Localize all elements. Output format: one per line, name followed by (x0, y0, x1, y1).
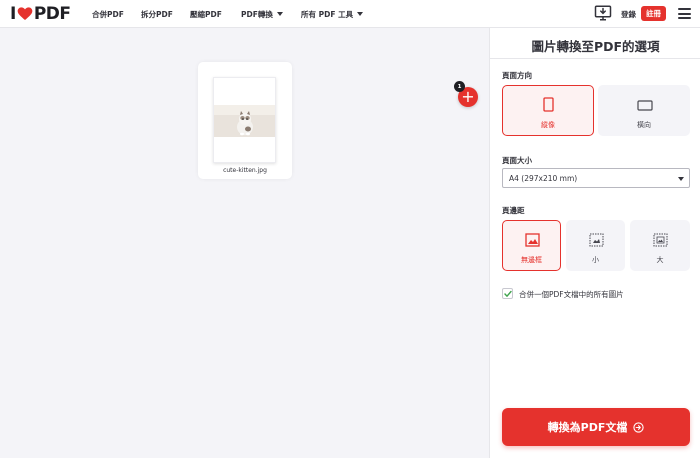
nav-all-tools-label: 所有 PDF 工具 (301, 9, 354, 19)
nav-merge-pdf[interactable]: 合併PDF (92, 0, 124, 28)
portrait-page-icon (543, 97, 554, 112)
landscape-page-icon (637, 100, 653, 111)
nav-compress-pdf[interactable]: 壓縮PDF (190, 0, 222, 28)
logo-letter-i: I (10, 4, 16, 24)
options-sidebar: 圖片轉換至PDF的選項 頁面方向 縱像 橫向 頁面大小 A4 (297x210 … (489, 28, 700, 458)
logo-letters-pdf: PDF (33, 4, 71, 24)
orientation-label: 頁面方向 (502, 71, 532, 80)
image-large-margin-icon (653, 233, 668, 247)
checkmark-icon (504, 290, 512, 297)
portrait-label: 縱像 (541, 121, 555, 129)
file-thumbnail (213, 77, 276, 163)
merge-label: 合併一個PDF文檔中的所有圖片 (519, 290, 624, 299)
convert-to-pdf-button[interactable]: 轉換為PDF文檔 (502, 408, 690, 446)
file-count-badge: 1 (454, 81, 465, 92)
margin-small-label: 小 (592, 256, 599, 264)
landscape-label: 橫向 (637, 121, 651, 129)
sidebar-title: 圖片轉換至PDF的選項 (531, 39, 660, 54)
hamburger-menu-icon[interactable] (678, 8, 691, 19)
top-header: I PDF 合併PDF 拆分PDF 壓縮PDF PDF轉換 所有 PDF 工具 … (0, 0, 700, 28)
margin-label: 頁邊距 (502, 206, 525, 215)
heart-icon (17, 7, 33, 20)
orientation-landscape-option[interactable]: 橫向 (598, 85, 690, 136)
image-full-icon (525, 233, 540, 247)
margin-none-label: 無邊框 (521, 256, 542, 264)
page-size-value: A4 (297x210 mm) (509, 173, 578, 183)
page-size-select[interactable]: A4 (297x210 mm) (502, 168, 690, 188)
margin-small-option[interactable]: 小 (566, 220, 625, 271)
convert-label: 轉換為PDF文檔 (547, 421, 628, 434)
arrow-right-circle-icon (633, 421, 644, 433)
ilovepdf-logo[interactable]: I PDF (10, 4, 71, 24)
signup-button[interactable]: 註冊 (641, 6, 666, 21)
margin-large-label: 大 (656, 256, 664, 264)
merge-checkbox[interactable] (502, 288, 513, 299)
file-name: cute-kitten.jpg (223, 167, 267, 174)
caret-down-icon (678, 177, 684, 181)
sidebar-divider (490, 58, 700, 59)
nav-convert-pdf-label: PDF轉換 (241, 9, 273, 19)
margin-none-option[interactable]: 無邊框 (502, 220, 561, 271)
margin-large-option[interactable]: 大 (630, 220, 690, 271)
file-card[interactable]: cute-kitten.jpg (198, 62, 292, 179)
nav-convert-pdf-dropdown[interactable]: PDF轉換 (241, 0, 283, 28)
caret-down-icon (276, 12, 283, 16)
desktop-download-icon[interactable] (594, 4, 612, 22)
kitten-image (214, 105, 275, 137)
image-small-margin-icon (589, 233, 604, 247)
nav-split-pdf[interactable]: 拆分PDF (141, 0, 173, 28)
file-workspace: cute-kitten.jpg + 1 (0, 28, 489, 458)
caret-down-icon (357, 12, 364, 16)
login-link[interactable]: 登錄 (621, 0, 636, 28)
nav-all-tools-dropdown[interactable]: 所有 PDF 工具 (301, 0, 364, 28)
page-size-label: 頁面大小 (502, 156, 532, 165)
orientation-portrait-option[interactable]: 縱像 (502, 85, 594, 136)
